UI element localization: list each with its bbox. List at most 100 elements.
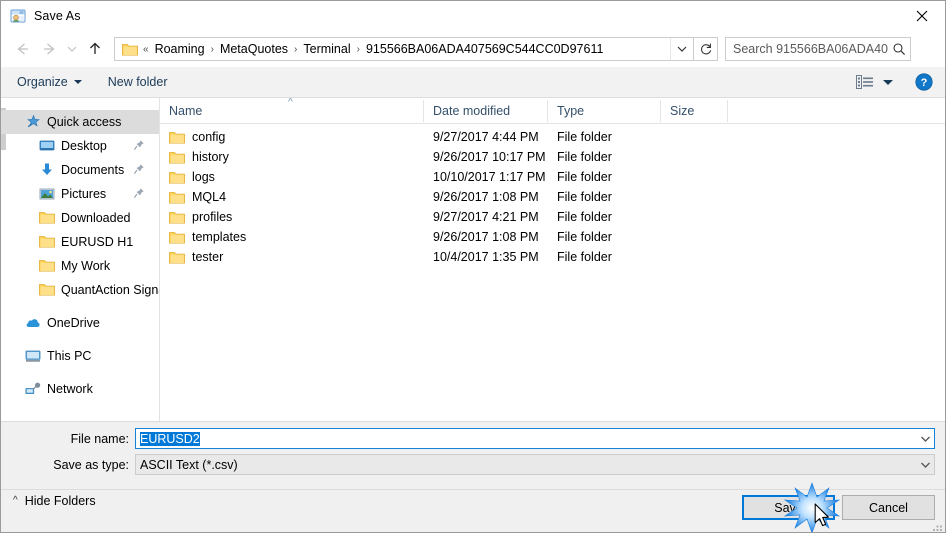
column-header-type[interactable]: Type: [548, 99, 661, 122]
command-bar-right: ?: [852, 72, 933, 92]
table-row[interactable]: tester 10/4/2017 1:35 PM File folder: [160, 247, 945, 267]
file-type-cell: File folder: [557, 190, 612, 204]
file-name-value-wrap[interactable]: EURUSD2: [136, 431, 917, 446]
save-as-type-value: ASCII Text (*.csv): [140, 457, 238, 472]
breadcrumb-item-metaquotes[interactable]: MetaQuotes: [216, 40, 292, 58]
file-name-text: templates: [192, 230, 247, 244]
table-row[interactable]: templates 9/26/2017 1:08 PM File folder: [160, 227, 945, 247]
resize-grip[interactable]: [932, 521, 944, 532]
column-header-date-modified[interactable]: Date modified: [424, 99, 548, 122]
file-name-cell: templates: [160, 227, 424, 247]
sidebar-item-label: Downloaded: [61, 211, 131, 225]
folder-icon: [169, 130, 185, 144]
address-bar[interactable]: « Roaming › MetaQuotes › Terminal › 9155…: [114, 37, 694, 61]
breadcrumb-separator: ›: [356, 43, 360, 55]
new-folder-button[interactable]: New folder: [101, 71, 175, 93]
file-date-cell: 9/26/2017 10:17 PM: [433, 150, 546, 164]
sidebar-item-eurusd-h1[interactable]: EURUSD H1: [1, 230, 159, 254]
pictures-icon: [39, 186, 55, 202]
back-button[interactable]: [10, 36, 36, 62]
file-date-cell: 9/26/2017 1:08 PM: [433, 230, 539, 244]
change-view-button[interactable]: [852, 72, 897, 92]
folder-icon: [39, 282, 55, 298]
close-button[interactable]: [899, 1, 945, 31]
file-name-input[interactable]: EURUSD2: [135, 428, 935, 449]
table-row[interactable]: logs 10/10/2017 1:17 PM File folder: [160, 167, 945, 187]
pin-icon[interactable]: [133, 139, 145, 151]
sidebar-item-label: QuantAction Signal: [61, 283, 160, 297]
documents-icon: [39, 162, 55, 178]
folder-icon: [39, 234, 55, 250]
organize-button[interactable]: Organize: [10, 71, 89, 93]
forward-button[interactable]: [36, 36, 62, 62]
folder-icon: [169, 190, 185, 204]
address-dropdown-button[interactable]: [670, 38, 693, 60]
sidebar-item-desktop[interactable]: Desktop: [1, 134, 159, 158]
pin-icon[interactable]: [133, 163, 145, 175]
folder-icon: [169, 150, 185, 164]
desktop-icon: [39, 138, 55, 154]
sidebar-item-quantaction-signal[interactable]: QuantAction Signal: [1, 278, 159, 302]
sidebar-item-pictures[interactable]: Pictures: [1, 182, 159, 206]
sidebar-item-downloaded[interactable]: Downloaded: [1, 206, 159, 230]
command-bar: Organize New folder ?: [1, 67, 945, 98]
breadcrumb-separator: ›: [210, 43, 214, 55]
table-row[interactable]: history 9/26/2017 10:17 PM File folder: [160, 147, 945, 167]
pin-icon[interactable]: [133, 187, 145, 199]
sidebar-item-my-work[interactable]: My Work: [1, 254, 159, 278]
sidebar-item-this-pc[interactable]: This PC: [1, 344, 159, 368]
save-as-type-row: Save as type: ASCII Text (*.csv): [19, 454, 935, 475]
table-row[interactable]: config 9/27/2017 4:44 PM File folder: [160, 127, 945, 147]
up-button[interactable]: [82, 36, 108, 62]
folder-icon: [169, 230, 185, 244]
file-date-cell: 9/26/2017 1:08 PM: [433, 190, 539, 204]
save-as-dialog: Save As « Roaming › MetaQuotes › Termina…: [0, 0, 946, 533]
save-as-type-dropdown-button[interactable]: [917, 455, 934, 474]
sidebar-item-onedrive[interactable]: OneDrive: [1, 311, 159, 335]
organize-label: Organize: [17, 75, 68, 89]
sort-ascending-icon: ^: [288, 98, 293, 108]
file-rows: config 9/27/2017 4:44 PM File folder his…: [160, 124, 945, 267]
save-as-type-select[interactable]: ASCII Text (*.csv): [135, 454, 935, 475]
file-name-cell: logs: [160, 167, 424, 187]
help-button[interactable]: ?: [915, 73, 933, 91]
sidebar-item-network[interactable]: Network: [1, 377, 159, 401]
chevron-down-icon: [921, 436, 930, 442]
file-name-cell: MQL4: [160, 187, 424, 207]
cancel-button[interactable]: Cancel: [842, 495, 935, 520]
file-name-text: history: [192, 150, 229, 164]
folder-icon: [169, 250, 185, 264]
sidebar-item-documents[interactable]: Documents: [1, 158, 159, 182]
navigation-pane: Quick access Desktop Documents Pictures …: [1, 98, 160, 421]
breadcrumb-item-terminal[interactable]: Terminal: [299, 40, 354, 58]
file-date-cell: 9/27/2017 4:44 PM: [433, 130, 539, 144]
file-name-value[interactable]: EURUSD2: [140, 431, 200, 446]
sidebar-item-quick-access[interactable]: Quick access: [1, 110, 159, 134]
file-name-dropdown-button[interactable]: [917, 429, 934, 448]
file-size-cell: [661, 207, 728, 227]
arrow-up-icon: [90, 42, 100, 54]
hide-folders-button[interactable]: ^ Hide Folders: [13, 494, 96, 508]
file-size-cell: [661, 167, 728, 187]
new-folder-label: New folder: [107, 75, 168, 89]
file-name-cell: profiles: [160, 207, 424, 227]
folder-icon: [39, 258, 55, 274]
breadcrumb-overflow[interactable]: «: [141, 44, 151, 55]
table-row[interactable]: MQL4 9/26/2017 1:08 PM File folder: [160, 187, 945, 207]
recent-locations-button[interactable]: [62, 36, 82, 62]
search-input[interactable]: Search 915566BA06ADA40756...: [726, 42, 888, 56]
sidebar-item-label: Network: [47, 382, 93, 396]
folder-icon: [169, 170, 185, 184]
breadcrumb-item-terminal-id[interactable]: 915566BA06ADA407569C544CC0D97611: [362, 40, 607, 58]
breadcrumb-item-roaming[interactable]: Roaming: [151, 40, 209, 58]
column-header-size[interactable]: Size: [661, 99, 728, 122]
table-row[interactable]: profiles 9/27/2017 4:21 PM File folder: [160, 207, 945, 227]
search-icon: [888, 42, 910, 56]
search-box[interactable]: Search 915566BA06ADA40756...: [725, 37, 911, 61]
file-type-cell: File folder: [557, 230, 612, 244]
file-name-text: tester: [192, 250, 224, 264]
sidebar-item-label: My Work: [61, 259, 111, 273]
save-button[interactable]: Save: [742, 495, 835, 520]
help-icon: ?: [915, 73, 933, 91]
refresh-button[interactable]: [694, 37, 718, 61]
